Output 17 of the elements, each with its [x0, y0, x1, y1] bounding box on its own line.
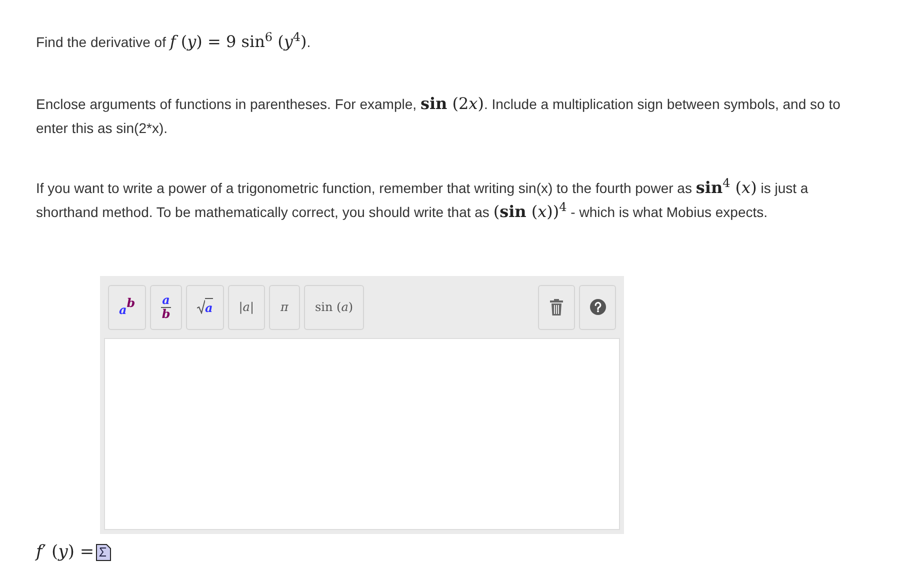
- hint-text: Enclose arguments of functions in parentheses. For example, sin (2x). Include a multiplication sign between symbols, and so to enter this as sin(2*x).: [36, 93, 842, 138]
- answer-label: f′ (y) =: [36, 541, 94, 564]
- trash-icon: [550, 298, 563, 316]
- math-document-icon: [96, 544, 112, 562]
- question-text: Find the derivative of f (y) = 9 sin$^{6}$ (y$^{4}$).: [36, 29, 312, 53]
- absolute-value-button[interactable]: |a|: [228, 284, 265, 330]
- radical-sign-icon: [196, 300, 205, 314]
- help-icon: [590, 299, 606, 315]
- square-root-button[interactable]: a: [186, 284, 224, 330]
- sine-button[interactable]: sin (a): [304, 284, 364, 330]
- delete-button[interactable]: [538, 284, 575, 330]
- hint-text: If you want to write a power of a trigonometric function, remember that writing sin(x) to the fourth power as sin$^{4}$ (x) is just a shorthand method. To be mathematically correct, you should write that as (sin (x))$^{4}$ - which is what Mobius expects.: [36, 176, 810, 223]
- math-input-field[interactable]: [104, 338, 620, 530]
- pi-button[interactable]: π: [268, 284, 300, 330]
- help-button[interactable]: [579, 284, 616, 330]
- fraction-button[interactable]: a b: [150, 284, 182, 330]
- power-button[interactable]: ab: [108, 284, 146, 330]
